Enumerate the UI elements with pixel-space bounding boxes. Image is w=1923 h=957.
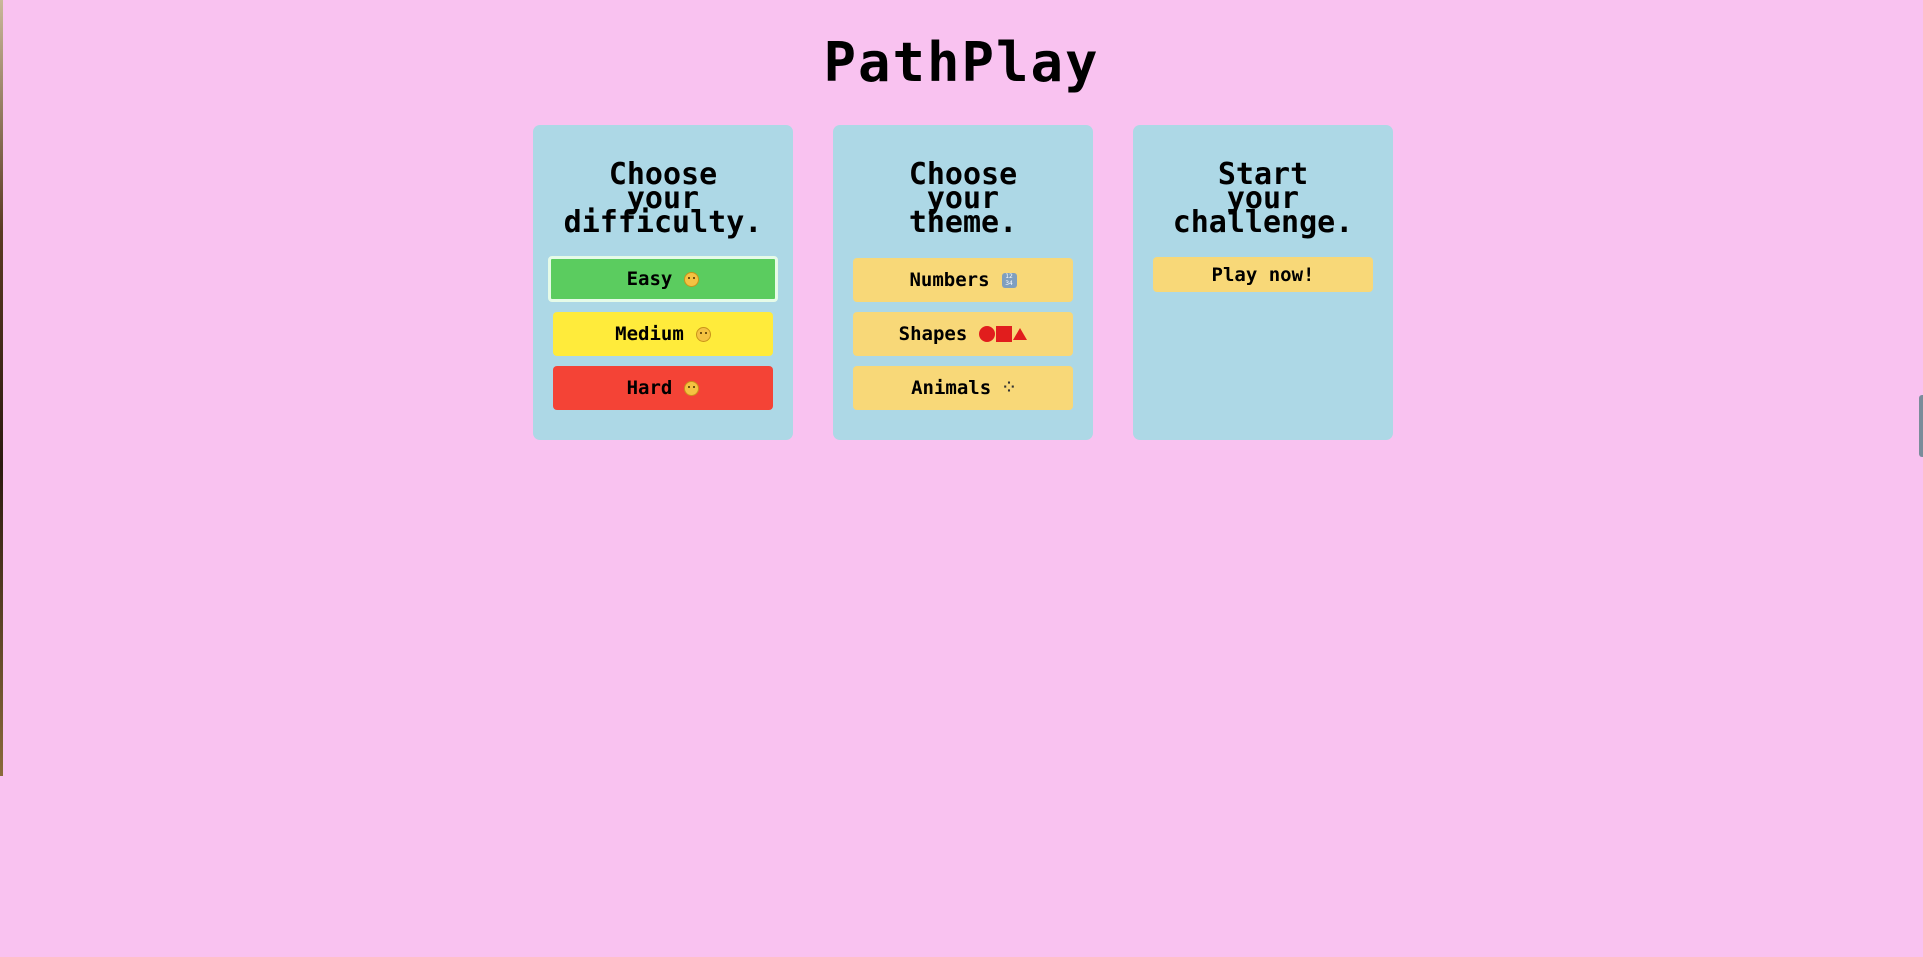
numbers-label: Numbers	[909, 269, 990, 291]
red-square-icon	[996, 326, 1013, 342]
app-title: PathPlay	[823, 31, 1100, 94]
window-left-edge	[0, 0, 3, 776]
animals-label: Animals	[911, 377, 992, 399]
start-panel: Start your challenge. Play now!	[1133, 125, 1393, 440]
red-circle-icon	[979, 326, 996, 342]
difficulty-panel: Choose your difficulty. Easy Medium Hard	[533, 125, 793, 440]
numbers-theme-button[interactable]: Numbers 12 34	[853, 258, 1073, 302]
input-numbers-icon: 12 34	[1001, 272, 1017, 288]
theme-heading: Choose your theme.	[908, 157, 1018, 240]
angry-face-icon	[684, 380, 700, 396]
difficulty-heading: Choose your difficulty.	[563, 157, 763, 240]
medium-label: Medium	[615, 323, 684, 345]
animals-theme-button[interactable]: Animals ⁘	[853, 366, 1073, 410]
shapes-circle-square-triangle-icon	[979, 326, 1028, 342]
play-now-button[interactable]: Play now!	[1153, 257, 1373, 292]
theme-panel: Choose your theme. Numbers 12 34 Shapes A…	[833, 125, 1093, 440]
shapes-theme-button[interactable]: Shapes	[853, 312, 1073, 356]
medium-button[interactable]: Medium	[553, 312, 773, 356]
start-heading: Start your challenge.	[1172, 157, 1354, 240]
easy-button[interactable]: Easy	[548, 256, 778, 302]
easy-label: Easy	[626, 268, 673, 290]
paw-prints-icon: ⁘	[1003, 380, 1015, 396]
hard-label: Hard	[626, 377, 673, 399]
red-triangle-icon	[1013, 328, 1028, 340]
slightly-smiling-face-icon	[684, 271, 700, 287]
neutral-face-icon	[695, 326, 711, 342]
hard-button[interactable]: Hard	[553, 366, 773, 410]
shapes-label: Shapes	[898, 323, 968, 345]
side-scroll-handle[interactable]	[1919, 395, 1923, 457]
